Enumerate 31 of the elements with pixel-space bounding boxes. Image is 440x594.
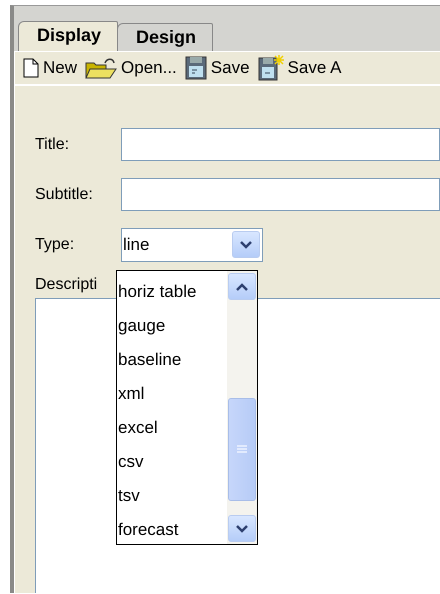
folder-icon (85, 57, 118, 79)
scroll-down-button[interactable] (228, 515, 256, 542)
blank-page-icon (23, 58, 39, 78)
text-field[interactable] (121, 128, 440, 161)
toolbar-button[interactable]: Save A (256, 55, 344, 81)
dropdown-option[interactable]: tsv (117, 479, 227, 513)
dropdown-option[interactable]: forecast (117, 513, 227, 547)
chevron-up-icon (235, 282, 249, 292)
field-label: Title: (35, 136, 70, 154)
dropdown-option[interactable]: excel (117, 411, 227, 445)
dropdown-option[interactable]: csv (117, 445, 227, 479)
field-label: Type: (35, 236, 76, 254)
chevron-down-icon (239, 240, 253, 250)
dropdown-option[interactable]: xml (117, 377, 227, 411)
floppy-disk-sparkle-icon (258, 55, 284, 81)
scroll-up-button[interactable] (228, 273, 256, 300)
text-field[interactable] (121, 178, 440, 211)
toolbar-button[interactable]: Save (182, 56, 252, 80)
toolbar-button[interactable]: New (21, 58, 80, 78)
toolbar-button[interactable]: Open... (83, 57, 179, 79)
scrollbar[interactable] (227, 271, 257, 544)
type-dropdown[interactable]: line (121, 228, 263, 262)
dropdown-option[interactable]: horiz table (117, 275, 227, 309)
grip-icon (236, 444, 248, 454)
tab[interactable]: Design (117, 23, 214, 51)
field-label: Subtitle: (35, 186, 94, 204)
dropdown-option[interactable]: gauge (117, 309, 227, 343)
scroll-thumb[interactable] (228, 398, 256, 501)
dropdown-option[interactable]: baseline (117, 343, 227, 377)
chevron-down-icon (235, 524, 249, 534)
tab[interactable]: Display (18, 21, 118, 51)
